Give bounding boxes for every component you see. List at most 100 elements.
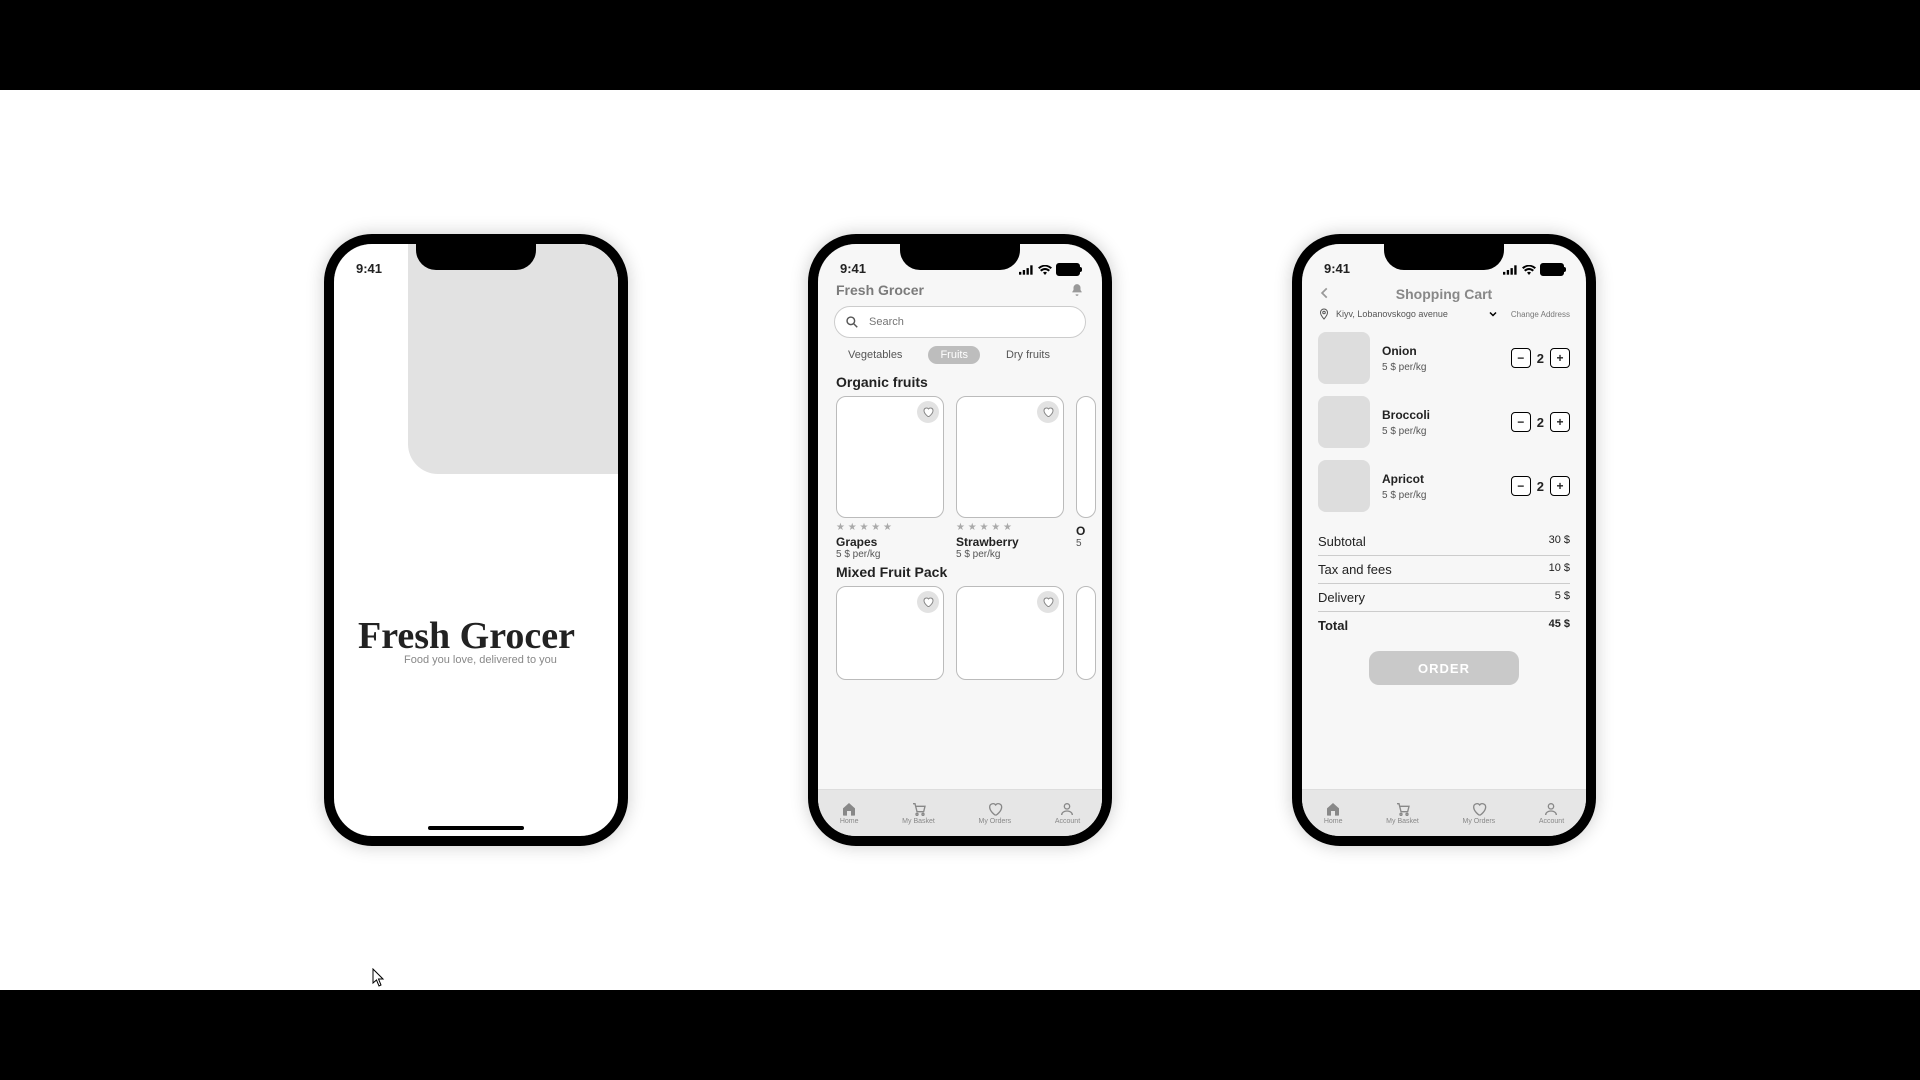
heart-icon: [1042, 406, 1054, 418]
chip-vegetables[interactable]: Vegetables: [836, 346, 914, 364]
user-icon: [1543, 801, 1559, 817]
decrement-button[interactable]: −: [1511, 412, 1531, 432]
nav-home[interactable]: Home: [840, 801, 859, 825]
product-image: [1076, 396, 1096, 518]
favorite-button[interactable]: [1037, 591, 1059, 613]
increment-button[interactable]: +: [1550, 412, 1570, 432]
product-name: O: [1076, 524, 1096, 538]
order-button[interactable]: ORDER: [1369, 651, 1519, 685]
cart-screen: 9:41 Shopping Cart Kiyv, Lobanovskogo av…: [1302, 244, 1586, 836]
cart-item-price: 5 $ per/kg: [1382, 490, 1499, 501]
nav-label: Account: [1055, 818, 1080, 825]
cart-summary: Subtotal 30 $ Tax and fees 10 $ Delivery…: [1318, 528, 1570, 639]
cart-icon: [911, 801, 927, 817]
nav-label: Home: [840, 818, 859, 825]
summary-value: 5 $: [1555, 590, 1570, 605]
nav-account[interactable]: Account: [1055, 801, 1080, 825]
product-card-partial[interactable]: [1076, 586, 1096, 680]
product-card[interactable]: [956, 586, 1064, 680]
wireframe-stage: 9:41 Fresh Grocer Food you love, deliver…: [0, 90, 1920, 990]
home-indicator[interactable]: [428, 826, 524, 830]
nav-label: My Orders: [1463, 818, 1496, 825]
listing-screen: 9:41 Fresh Grocer Vegetables Fruits Dry …: [818, 244, 1102, 836]
wifi-icon: [1522, 265, 1536, 275]
heart-icon: [922, 596, 934, 608]
search-input[interactable]: [867, 315, 1075, 329]
product-card[interactable]: ★ ★ ★ ★ ★ Grapes 5 $ per/kg: [836, 396, 944, 560]
search-bar[interactable]: [834, 306, 1086, 338]
phone-splash: 9:41 Fresh Grocer Food you love, deliver…: [324, 234, 628, 846]
nav-account[interactable]: Account: [1539, 801, 1564, 825]
chip-fruits[interactable]: Fruits: [928, 346, 980, 364]
chevron-down-icon[interactable]: [1487, 308, 1499, 320]
favorite-button[interactable]: [917, 591, 939, 613]
product-card[interactable]: ★ ★ ★ ★ ★ Strawberry 5 $ per/kg: [956, 396, 1064, 560]
chip-dry-fruits[interactable]: Dry fruits: [994, 346, 1062, 364]
nav-orders[interactable]: My Orders: [1463, 801, 1496, 825]
increment-button[interactable]: +: [1550, 476, 1570, 496]
favorite-button[interactable]: [1037, 401, 1059, 423]
address-row[interactable]: Kiyv, Lobanovskogo avenue Change Address: [1302, 308, 1586, 326]
summary-value: 45 $: [1549, 618, 1570, 633]
bell-icon[interactable]: [1070, 283, 1084, 297]
address-text: Kiyv, Lobanovskogo avenue: [1336, 309, 1448, 319]
cart-title: Shopping Cart: [1396, 286, 1492, 302]
nav-label: Home: [1324, 818, 1343, 825]
phone-notch: [900, 242, 1020, 270]
cursor-icon: [372, 968, 386, 988]
cart-item: Apricot 5 $ per/kg − 2 +: [1302, 454, 1586, 518]
summary-delivery: Delivery 5 $: [1318, 584, 1570, 612]
wifi-icon: [1038, 265, 1052, 275]
increment-button[interactable]: +: [1550, 348, 1570, 368]
splash-title: Fresh Grocer: [358, 614, 575, 658]
bottom-nav: Home My Basket My Orders Account: [1302, 789, 1586, 836]
nav-basket[interactable]: My Basket: [902, 801, 935, 825]
cart-icon: [1395, 801, 1411, 817]
heart-outline-icon: [987, 801, 1003, 817]
app-header: Fresh Grocer: [818, 276, 1102, 302]
cart-item-price: 5 $ per/kg: [1382, 362, 1499, 373]
battery-icon: [1056, 263, 1080, 276]
cart-item-name: Apricot: [1382, 472, 1499, 486]
summary-label: Tax and fees: [1318, 562, 1392, 577]
cart-item-price: 5 $ per/kg: [1382, 426, 1499, 437]
product-name: Strawberry: [956, 535, 1064, 549]
product-image: [836, 396, 944, 518]
product-name: Grapes: [836, 535, 944, 549]
quantity-stepper: − 2 +: [1511, 476, 1570, 496]
status-time: 9:41: [840, 261, 866, 276]
pin-icon: [1318, 308, 1330, 320]
back-icon[interactable]: [1318, 286, 1332, 300]
product-card-partial[interactable]: O 5: [1076, 396, 1096, 560]
quantity-stepper: − 2 +: [1511, 348, 1570, 368]
cart-item-name: Broccoli: [1382, 408, 1499, 422]
nav-home[interactable]: Home: [1324, 801, 1343, 825]
status-time: 9:41: [1324, 261, 1350, 276]
product-card[interactable]: [836, 586, 944, 680]
summary-subtotal: Subtotal 30 $: [1318, 528, 1570, 556]
summary-tax: Tax and fees 10 $: [1318, 556, 1570, 584]
favorite-button[interactable]: [917, 401, 939, 423]
nav-orders[interactable]: My Orders: [979, 801, 1012, 825]
change-address-link[interactable]: Change Address: [1511, 310, 1570, 319]
decrement-button[interactable]: −: [1511, 476, 1531, 496]
product-image: [836, 586, 944, 680]
cart-item-image: [1318, 332, 1370, 384]
search-icon: [845, 315, 859, 329]
nav-basket[interactable]: My Basket: [1386, 801, 1419, 825]
product-image: [956, 396, 1064, 518]
nav-label: Account: [1539, 818, 1564, 825]
organic-fruits-scroll[interactable]: ★ ★ ★ ★ ★ Grapes 5 $ per/kg ★ ★ ★ ★ ★ St…: [818, 396, 1102, 560]
cart-header: Shopping Cart: [1302, 276, 1586, 308]
cart-item-image: [1318, 460, 1370, 512]
status-time: 9:41: [356, 261, 382, 276]
phone-listing: 9:41 Fresh Grocer Vegetables Fruits Dry …: [808, 234, 1112, 846]
quantity-stepper: − 2 +: [1511, 412, 1570, 432]
mixed-pack-scroll[interactable]: [818, 586, 1102, 680]
decrement-button[interactable]: −: [1511, 348, 1531, 368]
section-organic-title: Organic fruits: [818, 370, 1102, 396]
nav-label: My Basket: [1386, 818, 1419, 825]
product-image: [1076, 586, 1096, 680]
nav-label: My Orders: [979, 818, 1012, 825]
app-title: Fresh Grocer: [836, 282, 924, 298]
